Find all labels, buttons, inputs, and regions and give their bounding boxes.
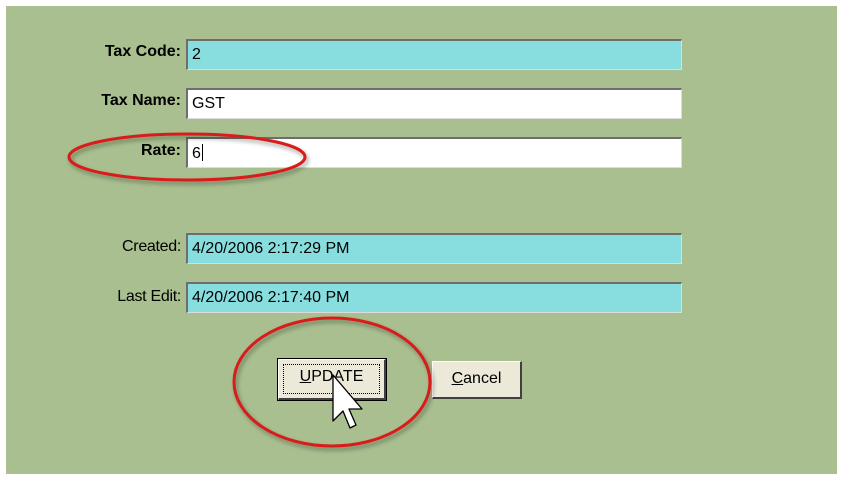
text-caret (201, 144, 203, 161)
form-panel: Tax Code: 2 Tax Name: GST Rate: 6 Create… (6, 6, 837, 474)
rate-label: Rate: (140, 142, 181, 159)
update-button[interactable]: UPDATE (277, 358, 387, 401)
cancel-label: ancel (463, 370, 502, 387)
last-edit-label: Last Edit: (117, 288, 181, 305)
tax-code-field[interactable]: 2 (186, 39, 682, 70)
focus-rectangle (283, 364, 380, 394)
cancel-button[interactable]: Cancel (432, 361, 522, 399)
last-edit-field[interactable]: 4/20/2006 2:17:40 PM (186, 282, 682, 313)
created-label: Created: (122, 238, 181, 255)
rate-value: 6 (192, 145, 201, 162)
created-field[interactable]: 4/20/2006 2:17:29 PM (186, 233, 682, 264)
tax-code-label: Tax Code: (104, 43, 181, 60)
tax-name-field[interactable]: GST (186, 88, 682, 119)
tax-name-label: Tax Name: (101, 92, 181, 109)
rate-field[interactable]: 6 (186, 137, 682, 168)
cancel-mnemonic: C (451, 370, 464, 387)
